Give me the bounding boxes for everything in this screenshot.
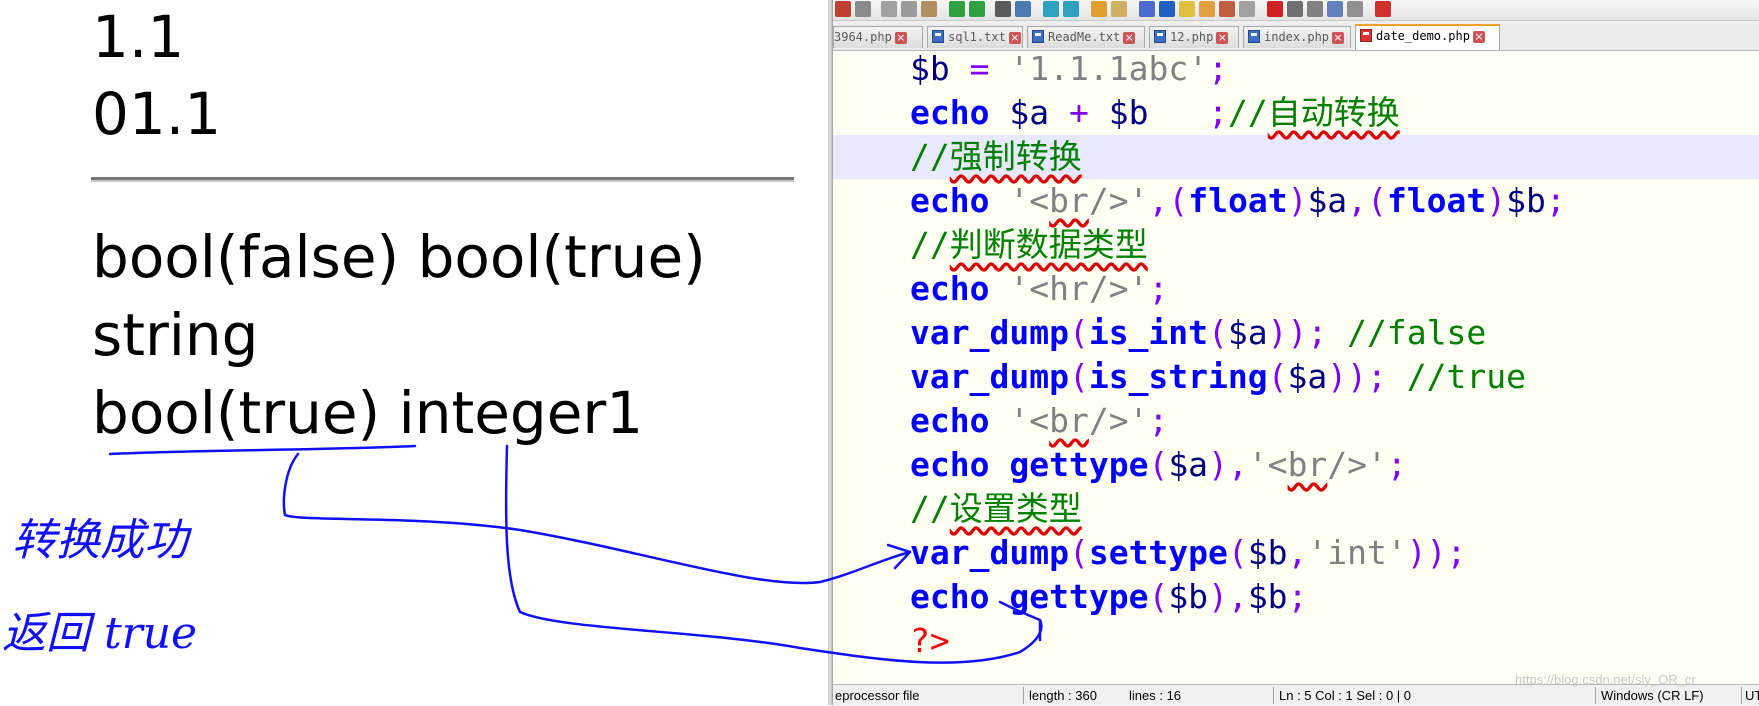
zoom-out-icon[interactable] bbox=[1063, 1, 1079, 17]
code-area[interactable]: $b = '1.1.1abc'; echo $a + $b ;//自动转换//强制… bbox=[833, 51, 1759, 684]
file-icon bbox=[1154, 30, 1166, 43]
code-line[interactable]: echo '<br/>'; bbox=[910, 399, 1168, 443]
copy-icon[interactable] bbox=[901, 1, 917, 17]
file-icon bbox=[1248, 30, 1260, 43]
abc-check-icon[interactable] bbox=[1375, 1, 1391, 17]
indent-guide-icon[interactable] bbox=[1139, 1, 1155, 17]
status-bar: eprocessor file length : 360 lines : 16 … bbox=[833, 684, 1759, 706]
close-tab-icon[interactable]: × bbox=[1123, 32, 1136, 44]
close-tab-icon[interactable]: × bbox=[894, 32, 907, 44]
find-icon[interactable] bbox=[995, 1, 1011, 17]
tab-label: ReadMe.txt bbox=[1048, 30, 1121, 44]
output-line-3: bool(false) bool(true) bbox=[92, 223, 706, 291]
file-icon bbox=[932, 30, 944, 43]
zoom-in-icon[interactable] bbox=[1043, 1, 1059, 17]
close-tab-icon[interactable]: × bbox=[1472, 31, 1485, 43]
status-separator bbox=[1741, 687, 1742, 704]
redo-icon[interactable] bbox=[969, 1, 985, 17]
close-tab-icon[interactable]: × bbox=[1332, 32, 1345, 44]
status-length: length : 360 bbox=[1029, 688, 1097, 703]
cut-icon[interactable] bbox=[881, 1, 897, 17]
code-line[interactable]: //强制转换 bbox=[910, 135, 1082, 179]
watermark: https://blog.csdn.net/sly_OR_cr bbox=[1515, 672, 1696, 687]
sync-scroll-icon[interactable] bbox=[1091, 1, 1107, 17]
undo-icon[interactable] bbox=[949, 1, 965, 17]
status-separator bbox=[1273, 687, 1274, 704]
all-chars-icon[interactable] bbox=[1159, 1, 1175, 17]
code-line[interactable]: var_dump(settype($b,'int')); bbox=[910, 531, 1466, 575]
status-separator bbox=[1023, 687, 1024, 704]
code-line[interactable]: ?> bbox=[910, 619, 950, 663]
replace-icon[interactable] bbox=[1015, 1, 1031, 17]
status-lines: lines : 16 bbox=[1129, 688, 1182, 703]
editor-toolbar bbox=[833, 0, 1759, 21]
run-macro-icon[interactable] bbox=[1327, 1, 1343, 17]
tab-3964-php[interactable]: 3964.php × bbox=[833, 26, 923, 48]
file-icon bbox=[1032, 30, 1044, 43]
output-line-5: bool(true) integer1 bbox=[92, 379, 644, 447]
code-line[interactable]: //设置类型 bbox=[910, 487, 1082, 531]
browser-output-panel: 1.1 01.1 bool(false) bool(true) string b… bbox=[0, 0, 828, 705]
status-encoding: UT bbox=[1745, 688, 1759, 703]
close-all-icon[interactable] bbox=[835, 1, 851, 17]
tab-12-php[interactable]: 12.php × bbox=[1149, 26, 1239, 48]
output-line-2: 01.1 bbox=[92, 80, 222, 148]
folder-icon[interactable] bbox=[1179, 1, 1195, 17]
record-macro-icon[interactable] bbox=[1267, 1, 1283, 17]
tab-readme-txt[interactable]: ReadMe.txt × bbox=[1027, 26, 1145, 48]
play-macro-icon[interactable] bbox=[1307, 1, 1323, 17]
tab-date-demo-php[interactable]: date_demo.php × bbox=[1355, 24, 1500, 50]
tab-index-php[interactable]: index.php × bbox=[1243, 26, 1351, 48]
paste-icon[interactable] bbox=[921, 1, 937, 17]
doc-map-icon[interactable] bbox=[1199, 1, 1215, 17]
tab-label: sql1.txt bbox=[948, 30, 1006, 44]
code-line[interactable]: echo gettype($a),'<br/>'; bbox=[910, 443, 1407, 487]
close-tab-icon[interactable]: × bbox=[1216, 32, 1229, 44]
code-line[interactable]: var_dump(is_int($a)); //false bbox=[910, 311, 1486, 355]
tab-label: date_demo.php bbox=[1376, 29, 1470, 43]
monitor-icon[interactable] bbox=[1239, 1, 1255, 17]
code-line[interactable]: $b = '1.1.1abc'; bbox=[910, 51, 1228, 91]
status-separator bbox=[1595, 687, 1596, 704]
horizontal-rule bbox=[91, 177, 794, 182]
output-line-1: 1.1 bbox=[92, 3, 185, 71]
status-eol: Windows (CR LF) bbox=[1601, 688, 1704, 703]
tab-sql1-txt[interactable]: sql1.txt × bbox=[927, 26, 1023, 48]
code-editor-window: 3964.php × sql1.txt × ReadMe.txt × 12.php × … bbox=[833, 0, 1759, 706]
tab-label: 12.php bbox=[1170, 30, 1214, 44]
tab-label: index.php bbox=[1264, 30, 1330, 44]
save-macro-icon[interactable] bbox=[1347, 1, 1363, 17]
tab-label: 3964.php bbox=[834, 30, 892, 44]
stop-macro-icon[interactable] bbox=[1287, 1, 1303, 17]
print-icon[interactable] bbox=[855, 1, 871, 17]
status-file-type: eprocessor file bbox=[835, 688, 920, 703]
output-line-4: string bbox=[92, 301, 259, 369]
code-line[interactable]: echo $a + $b ;//自动转换 bbox=[910, 91, 1400, 135]
code-line[interactable]: var_dump(is_string($a)); //true bbox=[910, 355, 1526, 399]
code-line[interactable]: echo '<br/>',(float)$a,(float)$b; bbox=[910, 179, 1566, 223]
function-list-icon[interactable] bbox=[1219, 1, 1235, 17]
file-icon bbox=[1360, 29, 1372, 42]
document-tabs: 3964.php × sql1.txt × ReadMe.txt × 12.php × … bbox=[833, 24, 1759, 51]
close-tab-icon[interactable]: × bbox=[1008, 32, 1021, 44]
status-position: Ln : 5 Col : 1 Sel : 0 | 0 bbox=[1279, 688, 1412, 703]
wrap-icon[interactable] bbox=[1111, 1, 1127, 17]
code-line[interactable]: //判断数据类型 bbox=[910, 223, 1148, 267]
code-line[interactable]: echo '<hr/>'; bbox=[910, 267, 1168, 311]
code-line[interactable]: echo gettype($b),$b; bbox=[910, 575, 1307, 619]
